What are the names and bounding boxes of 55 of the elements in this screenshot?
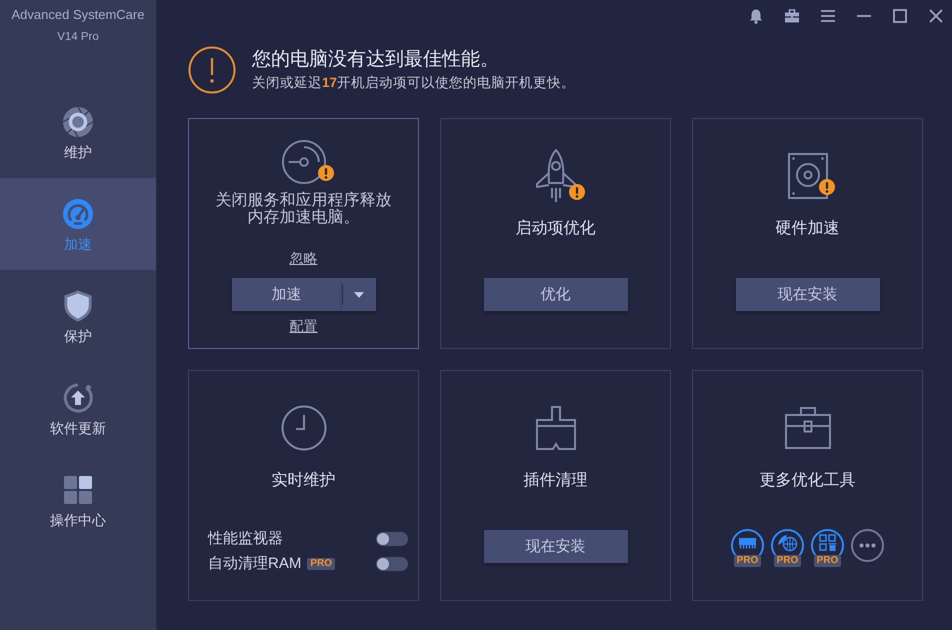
warning-icon: [188, 46, 236, 94]
bell-icon[interactable]: [748, 8, 764, 24]
tool-button[interactable]: PRO: [771, 529, 804, 567]
action-button[interactable]: 加速: [232, 278, 342, 311]
tool-button[interactable]: PRO: [731, 529, 764, 567]
menu-icon[interactable]: [820, 8, 836, 24]
gauge-icon: [280, 139, 326, 185]
rocket-icon: [534, 148, 578, 204]
card-title: 硬件加速: [776, 218, 840, 239]
dropdown-button[interactable]: [342, 278, 376, 311]
toggle-label: 自动清理RAM: [208, 554, 302, 572]
more-button[interactable]: [851, 529, 884, 562]
aperture-icon: [62, 106, 94, 138]
nav-item[interactable]: 维护: [0, 86, 156, 178]
app-version: V14 Pro: [57, 30, 99, 45]
config-link[interactable]: 配置: [290, 318, 318, 334]
nav-item[interactable]: 软件更新: [0, 362, 156, 454]
briefcase-icon[interactable]: [784, 8, 800, 24]
card-title: 更多优化工具: [760, 471, 856, 491]
toolbox-icon: [784, 407, 830, 449]
app-title: Advanced SystemCare: [12, 6, 144, 24]
ignore-link[interactable]: 忽略: [290, 250, 318, 266]
shield-icon: [62, 290, 94, 322]
alert-message: 关闭或延迟17开机启动项可以使您的电脑开机更快。: [252, 74, 576, 92]
memory-chip-icon: [731, 529, 764, 555]
pro-badge: PRO: [814, 555, 842, 567]
action-button[interactable]: 优化: [484, 278, 628, 311]
toggle-switch[interactable]: [376, 556, 408, 570]
card-title: 启动项优化: [516, 218, 596, 239]
card-title: 插件清理: [524, 470, 588, 491]
toggle-switch[interactable]: [376, 532, 408, 546]
hard-drive-icon: [788, 153, 828, 199]
pro-badge: PRO: [774, 555, 802, 567]
maximize-icon[interactable]: [892, 8, 908, 24]
grid-icon: [62, 474, 94, 506]
action-button[interactable]: 现在安装: [736, 278, 880, 311]
nav-item[interactable]: 保护: [0, 270, 156, 362]
card-description: 关闭服务和应用程序释放内存加速电脑。: [214, 192, 392, 226]
action-button[interactable]: 现在安装: [484, 530, 628, 563]
pro-badge: PRO: [734, 555, 762, 567]
brush-icon: [534, 406, 576, 450]
ellipsis-icon: [851, 529, 884, 562]
alert-title: 您的电脑没有达到最佳性能。: [252, 48, 500, 72]
close-icon[interactable]: [928, 8, 944, 24]
grid-trash-icon: [811, 529, 844, 555]
nav-item[interactable]: 操作中心: [0, 454, 156, 546]
card-title: 实时维护: [272, 470, 336, 491]
speedometer-icon: [62, 198, 94, 230]
tool-button[interactable]: PRO: [811, 529, 844, 567]
caret-icon: [354, 292, 364, 298]
clock-icon: [280, 405, 326, 451]
pro-badge: PRO: [307, 558, 336, 570]
arrow-up-circle-icon: [62, 382, 94, 414]
rocket-globe-icon: [771, 529, 804, 555]
toggle-label: 性能监视器: [208, 530, 283, 548]
